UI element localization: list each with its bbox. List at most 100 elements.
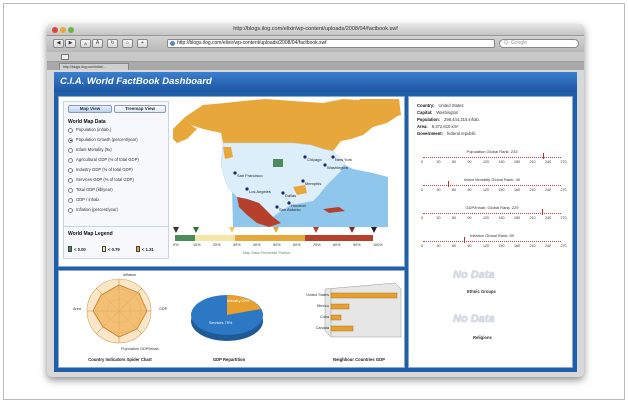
info-field: Country: United States	[417, 103, 464, 108]
rank-axis-label: 150	[498, 160, 505, 164]
scale-tick-label: 90%	[353, 243, 361, 247]
bar[interactable]	[330, 292, 398, 299]
ethnic-groups-caption: Ethnic Groups	[467, 289, 496, 294]
rank-axis-label: 120	[483, 160, 489, 164]
scale-segment-orange	[235, 235, 305, 241]
map-view-button[interactable]: Map View	[68, 105, 112, 113]
map-data-option[interactable]: Services GDP (% of total GDP)	[68, 177, 168, 183]
rank-axis-label: 120	[483, 244, 489, 248]
radio-button[interactable]	[68, 197, 73, 203]
bookmarks-book-icon[interactable]	[61, 54, 69, 60]
bar-chart-title: Neighbour Countries GDP	[333, 357, 385, 362]
spider-label-population: Population GDP/inhab.	[121, 347, 160, 351]
rank-strip: Infant Mortality Global Rank: 40 0 30 60 90 1…	[417, 177, 567, 195]
scale-tick-label: 10%	[193, 243, 201, 247]
info-field: Government: federal republic	[417, 131, 476, 136]
radio-button[interactable]	[68, 157, 73, 163]
map-data-option[interactable]: Total GDP (k$/year)	[68, 187, 168, 193]
scale-marker	[173, 227, 179, 233]
bar[interactable]	[330, 303, 350, 310]
radio-button[interactable]	[68, 177, 73, 183]
radio-button[interactable]	[68, 207, 73, 213]
dashboard-title: C.I.A. World FactBook Dashboard	[60, 76, 212, 87]
spider-label-area: Area	[73, 307, 82, 311]
rank-axis-label: 30	[436, 160, 441, 164]
scale-tick-label: 60%	[293, 243, 301, 247]
map-data-option-label: Population Growth (percent/year)	[76, 137, 138, 142]
add-bookmark-button[interactable]: +	[137, 39, 148, 48]
text-bigger-button[interactable]: A	[92, 39, 103, 48]
scale-marker	[193, 227, 199, 233]
rank-axis-label: 0	[421, 216, 423, 220]
info-field: Population: 298,444,215 inhab.	[417, 117, 480, 122]
info-field-value: Washington	[436, 110, 459, 115]
rank-axis-label: 240	[545, 244, 551, 248]
map-data-option[interactable]: Population (inhab.)	[68, 127, 168, 133]
rank-track	[423, 155, 561, 158]
rank-axis-label: 240	[545, 188, 551, 192]
rank-axis-label: 60	[452, 244, 456, 248]
radio-button[interactable]	[68, 147, 73, 153]
bar[interactable]	[330, 314, 342, 321]
gdp-pie-chart	[191, 295, 263, 341]
rank-marker	[464, 237, 466, 243]
address-bar[interactable]: http://blogs.ilog.com/elixir/wp-content/…	[167, 39, 495, 48]
city-label: San Francisco	[237, 173, 263, 178]
home-icon[interactable]: ⌂	[122, 39, 133, 48]
rank-axis-label: 60	[452, 160, 456, 164]
bar[interactable]	[330, 325, 354, 332]
map-data-option[interactable]: GDP / inhab.	[68, 197, 168, 203]
ethnic-groups-nodata: No Data	[453, 269, 495, 281]
radio-button[interactable]	[68, 187, 73, 193]
scale-marker	[229, 227, 235, 233]
map-usa-green-state[interactable]	[273, 159, 283, 167]
info-field-value: federal republic	[447, 131, 476, 136]
dashboard-header: C.I.A. World FactBook Dashboard	[54, 72, 577, 92]
treemap-view-button[interactable]: Treemap View	[114, 105, 166, 113]
rank-axis-label: 30	[436, 216, 441, 220]
rank-axis-label: 60	[452, 216, 456, 220]
scale-marker	[349, 227, 355, 233]
rank-strip: Population Global Rank: 233 0 30 60 90 120 150…	[417, 149, 567, 167]
rank-axis-label: 270	[560, 216, 567, 220]
map-data-option[interactable]: Agricultural GDP (% of total GDP)	[68, 157, 168, 163]
world-map[interactable]: Chicago New York Washington San Francisco Me…	[173, 99, 401, 227]
rank-strip: GDP/Inhab. Global Rank: 229 0 30 60 90 120 150…	[417, 205, 567, 223]
map-data-option-label: Infant Mortality (‰)	[76, 147, 112, 152]
map-data-option[interactable]: Industry GDP (% of total GDP)	[68, 167, 168, 173]
map-data-option[interactable]: Inflation (percent/year)	[68, 207, 168, 213]
charts-panel: Inflation GDP Population GDP/inhab. Area…	[58, 270, 405, 368]
rank-axis-label: 120	[483, 188, 489, 192]
info-field: Capital: Washington	[417, 110, 458, 115]
rank-axis-label: 90	[467, 160, 472, 164]
browser-tab[interactable]: http://blogs.ilog.com/elixir/...	[59, 63, 129, 70]
map-data-option-label: Total GDP (k$/year)	[76, 187, 113, 192]
legend-heading: World Map Legend	[68, 231, 113, 237]
reload-icon[interactable]: ↻	[107, 39, 118, 48]
map-data-option[interactable]: Infant Mortality (‰)	[68, 147, 168, 153]
search-field[interactable]: Q- Google	[499, 39, 579, 48]
rank-axis-label: 240	[545, 216, 551, 220]
forward-button[interactable]: ▶	[65, 39, 76, 48]
rank-marker	[447, 181, 449, 187]
radio-button[interactable]	[68, 137, 73, 143]
scale-tick-label: 100%	[373, 243, 383, 247]
radio-button[interactable]	[68, 167, 73, 173]
rank-axis-label: 240	[545, 160, 551, 164]
rank-track	[423, 239, 561, 242]
radio-button[interactable]	[68, 127, 73, 133]
rank-axis-label: 210	[529, 188, 536, 192]
text-smaller-button[interactable]: A	[80, 39, 91, 48]
neighbour-gdp-chart	[324, 282, 402, 338]
rank-axis-label: 90	[467, 244, 472, 248]
rank-track	[423, 211, 561, 214]
map-data-option[interactable]: Population Growth (percent/year)	[68, 137, 168, 143]
info-field-label: Country:	[417, 103, 435, 108]
spider-chart-title: Country Indicators Spider Chart	[88, 357, 152, 362]
back-button[interactable]: ◀	[53, 39, 64, 48]
search-placeholder: Google	[510, 40, 528, 46]
info-field: Area: 9,372,610 km²	[417, 124, 459, 129]
bar-category-label: Cuba	[319, 315, 329, 319]
rank-axis-label: 0	[421, 160, 423, 164]
city-label: Chicago	[307, 157, 322, 162]
